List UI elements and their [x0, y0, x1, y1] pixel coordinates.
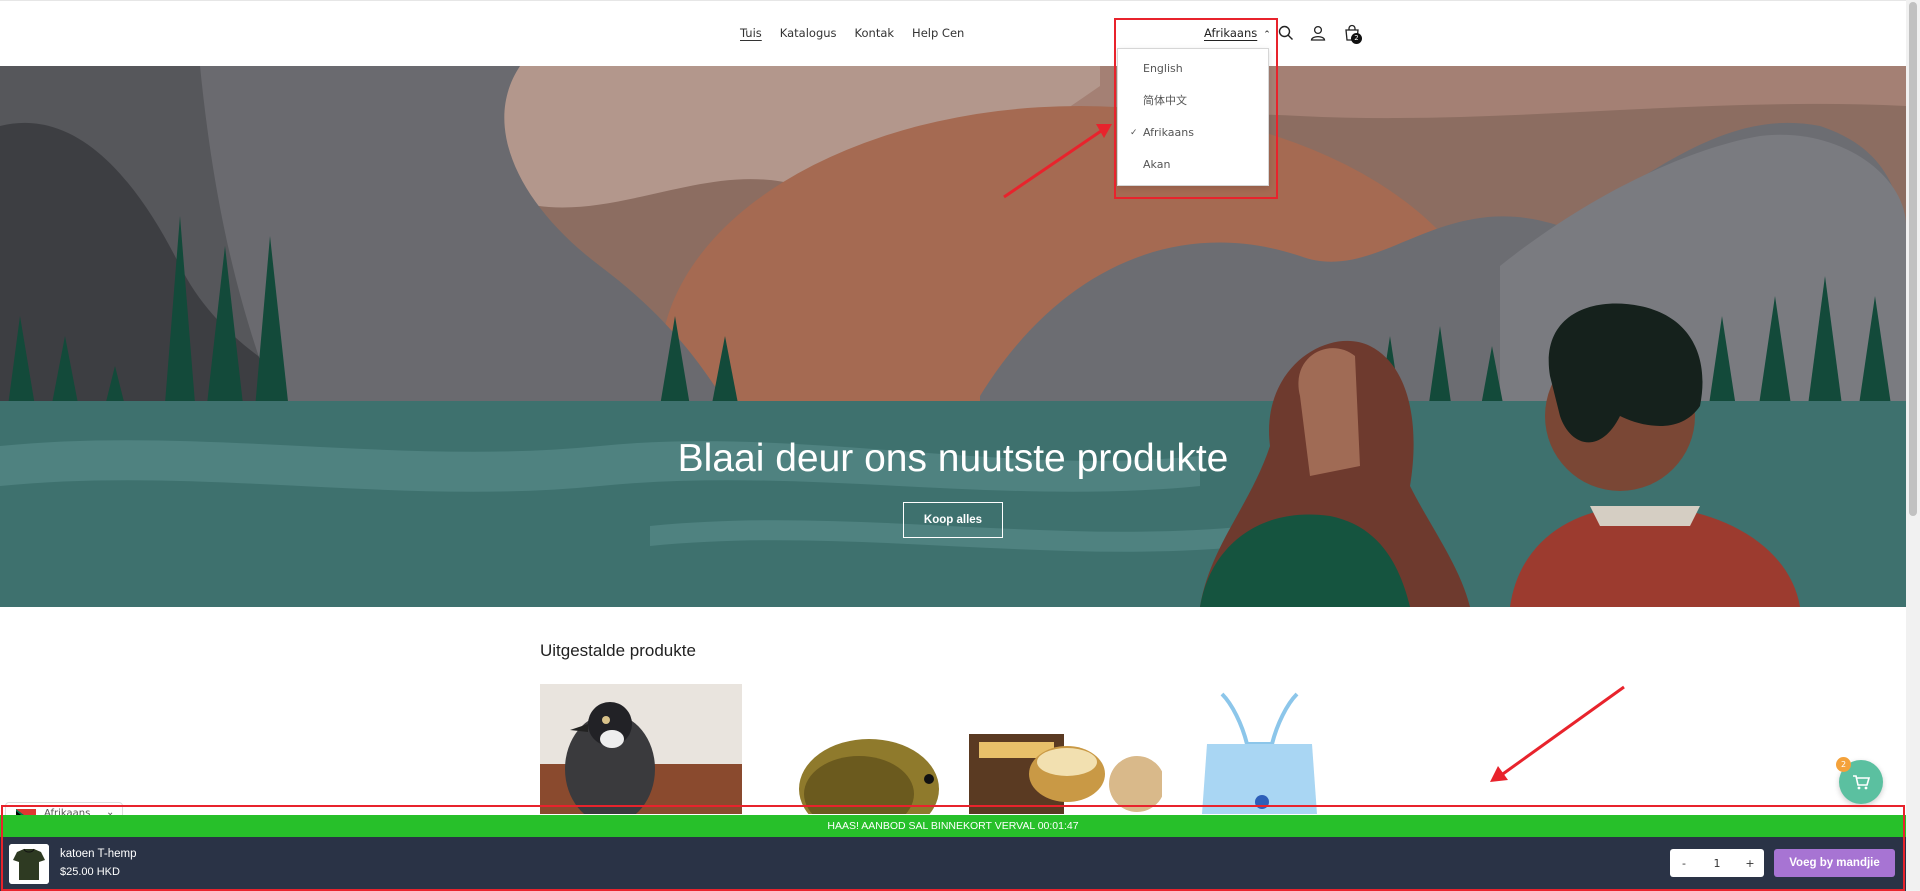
quantity-input[interactable]: 1 [1698, 857, 1736, 870]
product-image [779, 684, 981, 814]
decrease-quantity-button[interactable]: - [1670, 857, 1698, 870]
language-option-label: English [1143, 62, 1183, 75]
cart-button[interactable]: 2 [1343, 24, 1362, 44]
language-selector[interactable]: Afrikaans ⌃ [1204, 26, 1271, 40]
language-option-label: Akan [1143, 158, 1171, 171]
check-icon: ✓ [1130, 128, 1138, 138]
language-menu: English 简体中文 ✓ Afrikaans Akan [1117, 48, 1269, 186]
chat-count-badge: 2 [1836, 757, 1851, 772]
product-card-bird[interactable] [540, 684, 742, 814]
product-price: $25.00 HKD [60, 866, 120, 878]
chat-button[interactable]: 2 [1836, 757, 1883, 804]
product-card-hedgehog[interactable] [779, 684, 981, 814]
annotation-arrow [1499, 685, 1625, 778]
language-option-afrikaans[interactable]: ✓ Afrikaans [1118, 117, 1268, 149]
cart-count-badge: 2 [1351, 33, 1362, 44]
product-image [967, 684, 1169, 814]
scrollbar-thumb[interactable] [1909, 2, 1917, 516]
account-icon[interactable] [1309, 24, 1327, 42]
product-name: katoen T-hemp [60, 848, 137, 860]
language-option-chinese[interactable]: 简体中文 [1118, 85, 1268, 117]
page-scrollbar[interactable] [1906, 0, 1920, 891]
product-image [1162, 684, 1364, 814]
tshirt-icon [9, 844, 49, 884]
site-header: Tuis Katalogus Kontak Help Cen Afrikaans… [0, 0, 1906, 66]
add-to-cart-button[interactable]: Voeg by mandjie [1774, 849, 1895, 877]
language-selector-label: Afrikaans [1204, 26, 1258, 40]
nav-item-katalogus[interactable]: Katalogus [780, 26, 837, 40]
language-option-akan[interactable]: Akan [1118, 149, 1268, 181]
featured-title: Uitgestalde produkte [540, 641, 696, 660]
product-card-bee-cream[interactable] [967, 684, 1169, 814]
product-image [540, 684, 742, 814]
language-option-label: Afrikaans [1143, 126, 1194, 139]
quantity-stepper: - 1 + [1670, 849, 1764, 877]
nav-item-kontak[interactable]: Kontak [855, 26, 895, 40]
promo-countdown-bar: HAAS! AANBOD SAL BINNEKORT VERVAL 00:01:… [0, 815, 1906, 837]
main-nav: Tuis Katalogus Kontak Help Cen [740, 26, 964, 40]
shop-all-button[interactable]: Koop alles [903, 502, 1003, 538]
language-option-label: 简体中文 [1143, 94, 1187, 107]
hero-banner: Blaai deur ons nuutste produkte Koop all… [0, 66, 1906, 607]
increase-quantity-button[interactable]: + [1736, 857, 1764, 870]
hero-title: Blaai deur ons nuutste produkte [677, 437, 1229, 480]
nav-item-tuis[interactable]: Tuis [740, 26, 762, 40]
language-option-english[interactable]: English [1118, 53, 1268, 85]
arrow-head-icon [1490, 766, 1508, 782]
chevron-up-icon: ⌃ [1263, 30, 1271, 40]
product-card-halter-top[interactable] [1162, 684, 1364, 814]
search-icon[interactable] [1277, 24, 1295, 42]
nav-item-help-center[interactable]: Help Cen [912, 26, 964, 40]
shopping-cart-icon [1853, 775, 1871, 790]
sticky-add-to-cart-bar: katoen T-hemp $25.00 HKD - 1 + Voeg by m… [0, 837, 1906, 891]
product-thumbnail [9, 844, 49, 884]
